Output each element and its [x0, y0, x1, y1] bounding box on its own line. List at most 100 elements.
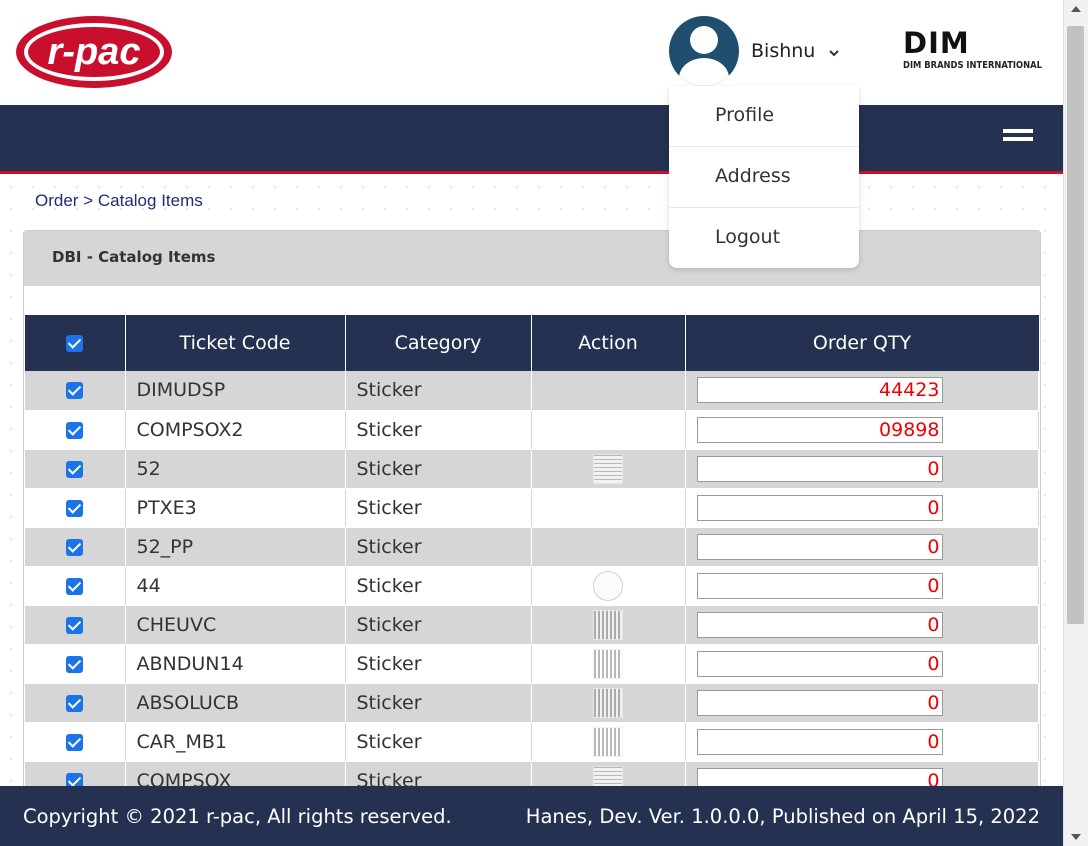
catalog-table: Ticket Code Category Action Order QTY DI… — [25, 315, 1039, 789]
column-header[interactable]: Order QTY — [685, 315, 1039, 371]
label-preview-icon[interactable] — [593, 570, 623, 601]
user-menu-toggle[interactable]: Bishnu — [669, 16, 840, 86]
user-dropdown-menu: Profile Address Logout — [669, 86, 859, 268]
label-preview-icon[interactable] — [593, 453, 623, 484]
row-checkbox[interactable] — [66, 655, 84, 673]
qty-cell — [685, 644, 1039, 684]
table-row: COMPSOX2 Sticker — [25, 410, 1039, 450]
breadcrumb-current[interactable]: Catalog Items — [98, 191, 203, 210]
label-preview-icon[interactable] — [593, 609, 623, 640]
qty-cell — [685, 371, 1039, 411]
row-select-cell — [25, 527, 126, 567]
menu-item-logout[interactable]: Logout — [669, 208, 859, 269]
table-row: 52_PP Sticker — [25, 527, 1039, 567]
menu-item-profile[interactable]: Profile — [669, 86, 859, 147]
qty-cell — [685, 410, 1039, 450]
row-select-cell — [25, 449, 126, 489]
category: Sticker — [345, 722, 532, 762]
action-cell — [531, 488, 686, 528]
row-checkbox[interactable] — [66, 421, 84, 439]
category: Sticker — [345, 644, 532, 684]
ticket-code: ABSOLUCB — [125, 683, 346, 723]
row-checkbox[interactable] — [66, 499, 84, 517]
order-qty-input[interactable] — [696, 377, 943, 404]
label-preview-icon[interactable] — [593, 687, 623, 718]
table-row: ABNDUN14 Sticker — [25, 644, 1039, 684]
ticket-code: PTXE3 — [125, 488, 346, 528]
order-qty-input[interactable] — [696, 611, 943, 638]
action-cell — [531, 566, 686, 606]
table-row: CHEUVC Sticker — [25, 605, 1039, 645]
dim-logo-sub: DIM BRANDS INTERNATIONAL — [903, 60, 1042, 71]
row-checkbox[interactable] — [66, 382, 84, 400]
footer-version: Hanes, Dev. Ver. 1.0.0.0, Published on A… — [525, 805, 1040, 828]
action-cell — [531, 410, 686, 450]
logo-text: r-pac — [48, 31, 141, 73]
table-row: 52 Sticker — [25, 449, 1039, 489]
order-qty-input[interactable] — [696, 572, 943, 599]
row-checkbox[interactable] — [66, 460, 84, 478]
qty-cell — [685, 449, 1039, 489]
column-header[interactable]: Ticket Code — [125, 315, 346, 371]
footer: Copyright © 2021 r-pac, All rights reser… — [0, 786, 1063, 846]
order-qty-input[interactable] — [696, 650, 943, 677]
panel-title: DBI - Catalog Items — [24, 231, 1040, 286]
action-cell — [531, 449, 686, 489]
avatar — [669, 16, 739, 86]
ticket-code: COMPSOX2 — [125, 410, 346, 450]
scrollbar-thumb[interactable] — [1067, 26, 1084, 624]
hamburger-menu-icon[interactable] — [1003, 129, 1033, 147]
select-all-header — [25, 315, 126, 371]
label-preview-icon[interactable] — [593, 726, 623, 757]
navbar — [0, 105, 1063, 174]
category: Sticker — [345, 488, 532, 528]
chevron-down-icon — [829, 50, 840, 57]
page-scrollbar[interactable] — [1063, 0, 1088, 846]
qty-cell — [685, 722, 1039, 762]
category: Sticker — [345, 410, 532, 450]
select-all-checkbox[interactable] — [66, 335, 84, 352]
table-row: ABSOLUCB Sticker — [25, 683, 1039, 723]
header: r-pac Bishnu DIM DIM BRANDS INTERNATIONA… — [0, 0, 1063, 105]
catalog-panel: DBI - Catalog Items Ticket Code Category… — [23, 230, 1041, 790]
row-select-cell — [25, 722, 126, 762]
order-qty-input[interactable] — [696, 689, 943, 716]
order-qty-input[interactable] — [696, 494, 943, 521]
table-row: PTXE3 Sticker — [25, 488, 1039, 528]
order-qty-input[interactable] — [696, 533, 943, 560]
row-select-cell — [25, 371, 126, 411]
table-row: 44 Sticker — [25, 566, 1039, 606]
label-preview-icon[interactable] — [593, 648, 623, 679]
row-checkbox[interactable] — [66, 733, 84, 751]
row-select-cell — [25, 410, 126, 450]
table-row: CAR_MB1 Sticker — [25, 722, 1039, 762]
column-header[interactable]: Category — [345, 315, 532, 371]
ticket-code: 52 — [125, 449, 346, 489]
scroll-up-icon[interactable] — [1071, 6, 1081, 12]
ticket-code: 44 — [125, 566, 346, 606]
order-qty-input[interactable] — [696, 728, 943, 755]
category: Sticker — [345, 605, 532, 645]
row-checkbox[interactable] — [66, 694, 84, 712]
order-qty-input[interactable] — [696, 455, 943, 482]
breadcrumb-order-link[interactable]: Order — [35, 191, 78, 210]
user-name: Bishnu — [751, 40, 816, 62]
rpac-logo[interactable]: r-pac — [14, 14, 174, 90]
row-checkbox[interactable] — [66, 577, 84, 595]
qty-cell — [685, 488, 1039, 528]
ticket-code: DIMUDSP — [125, 371, 346, 411]
row-select-cell — [25, 488, 126, 528]
row-select-cell — [25, 644, 126, 684]
row-checkbox[interactable] — [66, 616, 84, 634]
order-qty-input[interactable] — [696, 416, 943, 443]
dim-brands-logo: DIM DIM BRANDS INTERNATIONAL — [903, 26, 1042, 71]
scroll-down-icon[interactable] — [1071, 834, 1081, 840]
ticket-code: ABNDUN14 — [125, 644, 346, 684]
action-cell — [531, 605, 686, 645]
row-checkbox[interactable] — [66, 538, 84, 556]
action-cell — [531, 371, 686, 411]
ticket-code: CAR_MB1 — [125, 722, 346, 762]
menu-item-address[interactable]: Address — [669, 147, 859, 208]
dim-logo-main: DIM — [903, 26, 970, 60]
qty-cell — [685, 527, 1039, 567]
